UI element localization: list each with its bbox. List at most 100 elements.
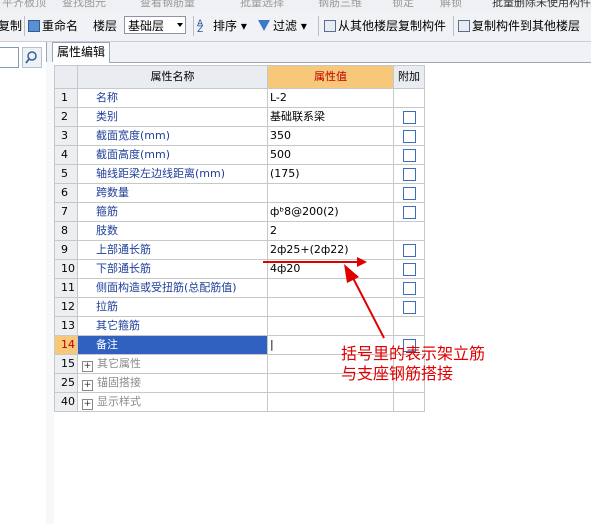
sort-icon: AZ	[197, 19, 204, 35]
rename-button[interactable]: 重命名	[28, 19, 78, 33]
property-name[interactable]: 截面宽度(mm)	[77, 126, 268, 146]
table-row[interactable]: 3 截面宽度(mm) 350	[54, 126, 425, 146]
copy-button[interactable]: 复制	[0, 19, 22, 33]
extra-cell	[393, 392, 425, 412]
expand-icon[interactable]: +	[82, 399, 93, 410]
property-name[interactable]: 肢数	[77, 221, 268, 241]
property-value[interactable]: 500	[267, 145, 394, 165]
expand-icon[interactable]: +	[82, 361, 93, 372]
property-name[interactable]: 名称	[77, 88, 268, 108]
property-value[interactable]	[267, 392, 394, 412]
value-column-header[interactable]: 属性值	[267, 65, 394, 89]
row-number: 25	[54, 373, 78, 393]
table-row[interactable]: 7 箍筋 фᵇ8@200(2)	[54, 202, 425, 222]
property-name-label: 拉筋	[96, 300, 118, 313]
property-value[interactable]: 350	[267, 126, 394, 146]
extra-checkbox[interactable]	[403, 148, 416, 162]
row-number: 14	[54, 335, 78, 355]
property-name-label: 其它属性	[97, 357, 141, 370]
property-name-label: 名称	[96, 91, 118, 104]
underline-arrowhead	[357, 257, 367, 267]
toolbar-item[interactable]: 查找图元	[62, 0, 106, 9]
row-number: 40	[54, 392, 78, 412]
property-name-label: 下部通长筋	[96, 262, 151, 275]
left-pane	[0, 42, 47, 524]
property-name[interactable]: 拉筋	[77, 297, 268, 317]
rename-icon	[28, 20, 40, 32]
extra-checkbox[interactable]	[403, 262, 416, 276]
property-name[interactable]: 类别	[77, 107, 268, 127]
filter-button[interactable]: 过滤 ▾	[258, 19, 307, 33]
property-name[interactable]: 下部通长筋	[77, 259, 268, 279]
toolbar-separator	[453, 16, 454, 36]
row-number: 12	[54, 297, 78, 317]
copy-to-floor-label: 复制构件到其他楼层	[472, 19, 581, 33]
property-name[interactable]: + 其它属性	[77, 354, 268, 374]
property-name-label: 截面高度(mm)	[96, 148, 171, 161]
property-name[interactable]: 备注	[77, 335, 268, 355]
annotation-line-2: 与支座钢筋搭接	[341, 364, 454, 383]
property-name[interactable]: 侧面构造或受扭筋(总配筋值)	[77, 278, 268, 298]
property-name-label: 轴线距梁左边线距离(mm)	[96, 167, 226, 180]
annotation-line-1: 括号里的表示架立筋	[341, 344, 486, 363]
property-name-label: 其它箍筋	[96, 319, 140, 332]
table-row[interactable]: 5 轴线距梁左边线距离(mm) (175)	[54, 164, 425, 184]
extra-cell	[393, 183, 425, 203]
row-number: 5	[54, 164, 78, 184]
extra-checkbox[interactable]	[403, 281, 416, 295]
property-value[interactable]: фᵇ8@200(2)	[267, 202, 394, 222]
chevron-down-icon	[177, 23, 183, 27]
table-row[interactable]: 4 截面高度(mm) 500	[54, 145, 425, 165]
extra-checkbox[interactable]	[403, 300, 416, 314]
search-input[interactable]	[0, 47, 19, 68]
property-name[interactable]: + 锚固搭接	[77, 373, 268, 393]
property-value[interactable]: 基础联系梁	[267, 107, 394, 127]
extra-checkbox[interactable]	[403, 186, 416, 200]
toolbar-separator	[24, 16, 25, 36]
toolbar-item[interactable]: 锁定	[392, 0, 414, 9]
table-row[interactable]: 40 + 显示样式	[54, 392, 425, 412]
extra-cell	[393, 164, 425, 184]
property-name-label: 备注	[96, 338, 118, 351]
floor-select[interactable]: 基础层	[124, 16, 186, 34]
property-name[interactable]: + 显示样式	[77, 392, 268, 412]
property-name[interactable]: 上部通长筋	[77, 240, 268, 260]
table-row[interactable]: 2 类别 基础联系梁	[54, 107, 425, 127]
property-value[interactable]: 2	[267, 221, 394, 241]
name-column-header[interactable]: 属性名称	[77, 65, 268, 89]
tab-property-editor[interactable]: 属性编辑	[52, 42, 111, 63]
table-row[interactable]: 6 跨数量	[54, 183, 425, 203]
sort-button[interactable]: A Z 排序 ▾	[197, 19, 247, 35]
property-value[interactable]: (175)	[267, 164, 394, 184]
property-name[interactable]: 轴线距梁左边线距离(mm)	[77, 164, 268, 184]
property-name[interactable]: 其它箍筋	[77, 316, 268, 336]
property-value[interactable]: L-2	[267, 88, 394, 108]
toolbar-item[interactable]: 解锁	[440, 0, 462, 9]
copy-to-floor-button[interactable]: 复制构件到其他楼层	[458, 19, 580, 33]
toolbar-item[interactable]: 批量删除未使用构件	[492, 0, 591, 9]
table-row[interactable]: 8 肢数 2	[54, 221, 425, 241]
toolbar-item[interactable]: 查看钢筋量	[140, 0, 195, 9]
toolbar-item[interactable]: 平齐板顶	[2, 0, 46, 9]
property-name[interactable]: 箍筋	[77, 202, 268, 222]
toolbar-item[interactable]: 钢筋三维	[318, 0, 362, 9]
pane-gutter	[46, 62, 54, 524]
extra-column-header[interactable]: 附加	[393, 65, 425, 89]
extra-checkbox[interactable]	[403, 243, 416, 257]
expand-icon[interactable]: +	[82, 380, 93, 391]
property-name[interactable]: 截面高度(mm)	[77, 145, 268, 165]
property-value[interactable]	[267, 183, 394, 203]
sort-label: 排序	[213, 19, 238, 33]
property-name-label: 锚固搭接	[97, 376, 141, 389]
extra-checkbox[interactable]	[403, 205, 416, 219]
search-button[interactable]	[22, 47, 42, 68]
extra-checkbox[interactable]	[403, 167, 416, 181]
property-name[interactable]: 跨数量	[77, 183, 268, 203]
toolbar-item[interactable]: 批量选择	[240, 0, 284, 9]
table-row[interactable]: 1 名称 L-2	[54, 88, 425, 108]
toolbar-separator	[193, 16, 194, 36]
copy-from-floor-button[interactable]: 从其他楼层复制构件	[324, 19, 446, 33]
extra-checkbox[interactable]	[403, 110, 416, 124]
extra-checkbox[interactable]	[403, 129, 416, 143]
property-name-label: 侧面构造或受扭筋(总配筋值)	[96, 281, 237, 294]
